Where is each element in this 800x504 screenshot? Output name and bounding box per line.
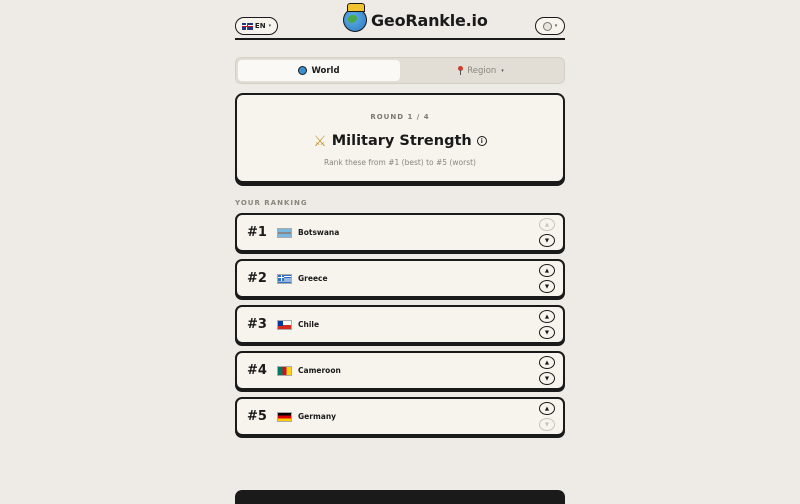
move-up-button[interactable]: ▲ xyxy=(539,218,555,231)
question-title: Military Strength xyxy=(331,133,472,149)
language-selector[interactable]: EN ▾ xyxy=(235,17,278,35)
globe-mascot-icon xyxy=(343,3,367,32)
uk-flag-icon xyxy=(241,22,253,30)
ranking-label: YOUR RANKING xyxy=(235,199,308,207)
chevron-down-icon: ▾ xyxy=(554,23,558,29)
move-down-button[interactable]: ▼ xyxy=(539,326,555,339)
move-down-button[interactable]: ▼ xyxy=(539,234,555,247)
globe-icon xyxy=(298,66,308,75)
crossed-swords-icon: ⚔ xyxy=(313,132,327,150)
list-item[interactable]: #2 Greece ▲ ▼ xyxy=(235,259,565,298)
country-name: Botswana xyxy=(298,228,340,237)
chevron-down-icon: ▾ xyxy=(501,67,504,74)
country-name: Greece xyxy=(298,274,328,283)
cameroon-flag-icon xyxy=(277,366,292,376)
list-item[interactable]: #3 Chile ▲ ▼ xyxy=(235,305,565,344)
move-up-button[interactable]: ▲ xyxy=(539,310,555,323)
list-item[interactable]: #5 Germany ▲ ▼ xyxy=(235,397,565,436)
list-item[interactable]: #1 Botswana ▲ ▼ xyxy=(235,213,565,252)
tab-label: Region xyxy=(467,65,497,76)
main-column: EN ▾ GeoRankle.io ▾ World Region ▾ ROUND… xyxy=(235,0,565,504)
chevron-down-icon: ▾ xyxy=(268,23,272,29)
submit-button[interactable] xyxy=(235,490,565,504)
move-down-button[interactable]: ▼ xyxy=(539,280,555,293)
country-name: Chile xyxy=(298,320,320,329)
info-icon[interactable]: i xyxy=(476,136,487,146)
greece-flag-icon xyxy=(277,274,292,284)
rank-number: #3 xyxy=(247,317,267,332)
country-name: Cameroon xyxy=(298,366,341,375)
question-title-row: ⚔ Military Strength i xyxy=(237,130,563,152)
move-up-button[interactable]: ▲ xyxy=(539,264,555,277)
botswana-flag-icon xyxy=(277,228,292,238)
tab-region[interactable]: Region ▾ xyxy=(400,60,562,81)
tab-label: World xyxy=(311,65,340,76)
rank-number: #4 xyxy=(247,363,267,378)
gear-icon xyxy=(542,21,552,31)
round-indicator: ROUND 1 / 4 xyxy=(370,113,430,121)
country-name: Germany xyxy=(298,412,337,421)
move-down-button[interactable]: ▼ xyxy=(539,372,555,385)
rank-number: #5 xyxy=(247,409,267,424)
move-down-button[interactable]: ▼ xyxy=(539,418,555,431)
logo[interactable]: GeoRankle.io xyxy=(343,3,488,35)
germany-flag-icon xyxy=(277,412,292,422)
question-subtitle: Rank these from #1 (best) to #5 (worst) xyxy=(324,158,476,167)
list-item[interactable]: #4 Cameroon ▲ ▼ xyxy=(235,351,565,390)
scope-tabs: World Region ▾ xyxy=(235,57,565,84)
move-up-button[interactable]: ▲ xyxy=(539,356,555,369)
rank-number: #2 xyxy=(247,271,267,286)
header: EN ▾ GeoRankle.io ▾ xyxy=(235,0,565,40)
settings-button[interactable]: ▾ xyxy=(535,17,565,35)
rank-number: #1 xyxy=(247,225,267,240)
tab-world[interactable]: World xyxy=(238,60,400,81)
question-card: ROUND 1 / 4 ⚔ Military Strength i Rank t… xyxy=(235,93,565,183)
pin-icon xyxy=(458,66,464,75)
language-label: EN xyxy=(254,22,266,30)
app-title: GeoRankle.io xyxy=(371,10,488,30)
move-up-button[interactable]: ▲ xyxy=(539,402,555,415)
chile-flag-icon xyxy=(277,320,292,330)
